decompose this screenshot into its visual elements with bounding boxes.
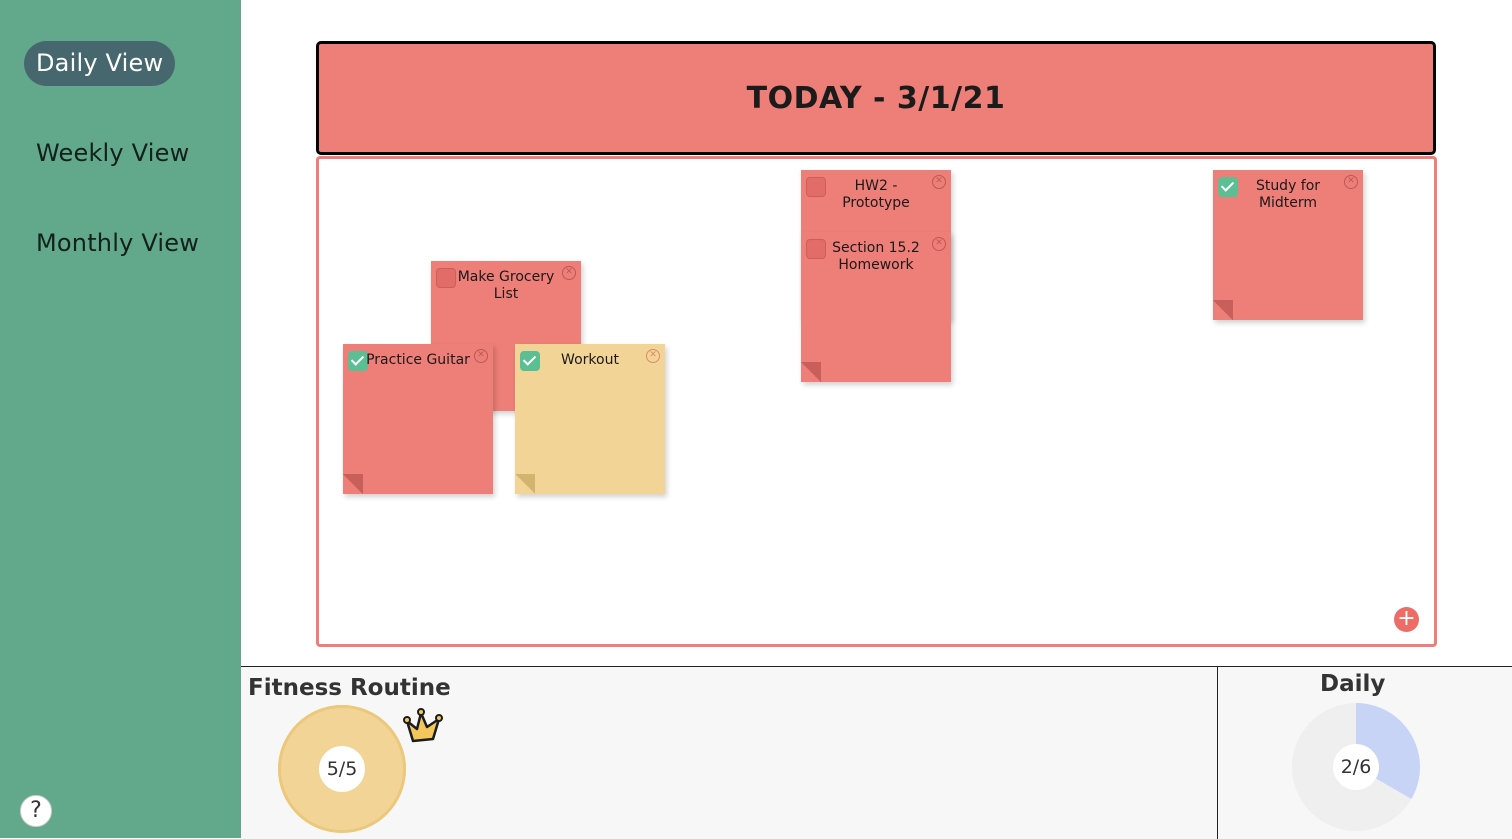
note-fold — [801, 362, 821, 382]
close-icon[interactable]: ✕ — [646, 349, 660, 363]
daily-progress-label: 2/6 — [1333, 744, 1379, 790]
nav-monthly-view[interactable]: Monthly View — [24, 221, 211, 266]
add-note-button[interactable]: + — [1394, 607, 1419, 632]
nav-daily-view[interactable]: Daily View — [24, 41, 176, 86]
close-icon[interactable]: ✕ — [474, 349, 488, 363]
page-title: TODAY - 3/1/21 — [746, 80, 1006, 116]
habit-title: Fitness Routine — [248, 675, 451, 701]
sidebar: Daily View Weekly View Monthly View ? — [0, 0, 241, 838]
sticky-note-guitar[interactable]: ✕ Practice Guitar — [343, 344, 493, 494]
daily-progress-panel: Daily 2/6 — [1218, 666, 1512, 839]
daily-progress-title: Daily — [1320, 671, 1386, 697]
nav-weekly-view[interactable]: Weekly View — [24, 131, 201, 176]
note-text: Study for Midterm — [1255, 178, 1321, 211]
sticky-note-midterm[interactable]: ✕ Study for Midterm — [1213, 170, 1363, 320]
note-text: Workout — [561, 352, 619, 368]
crown-icon — [401, 707, 445, 747]
close-icon[interactable]: ✕ — [562, 266, 576, 280]
close-icon[interactable]: ✕ — [932, 175, 946, 189]
fitness-progress-ring: 5/5 — [278, 705, 406, 833]
daily-progress-ring: 2/6 — [1292, 703, 1420, 831]
sticky-note-section-15-2[interactable]: ✕ Section 15.2 Homework — [801, 232, 951, 382]
close-icon[interactable]: ✕ — [1344, 175, 1358, 189]
note-fold — [1213, 300, 1233, 320]
fitness-progress-label: 5/5 — [319, 746, 365, 792]
note-text: HW2 - Prototype — [842, 178, 910, 211]
close-icon[interactable]: ✕ — [932, 237, 946, 251]
note-fold — [343, 474, 363, 494]
note-text: Practice Guitar — [366, 352, 470, 368]
note-text: Make Grocery List — [457, 269, 555, 302]
help-icon[interactable]: ? — [20, 795, 52, 827]
sticky-note-workout[interactable]: ✕ Workout — [515, 344, 665, 494]
habit-panel: Fitness Routine 5/5 — [241, 666, 1218, 839]
note-fold — [515, 474, 535, 494]
date-header: TODAY - 3/1/21 — [316, 41, 1436, 155]
note-text: Section 15.2 Homework — [832, 240, 920, 273]
